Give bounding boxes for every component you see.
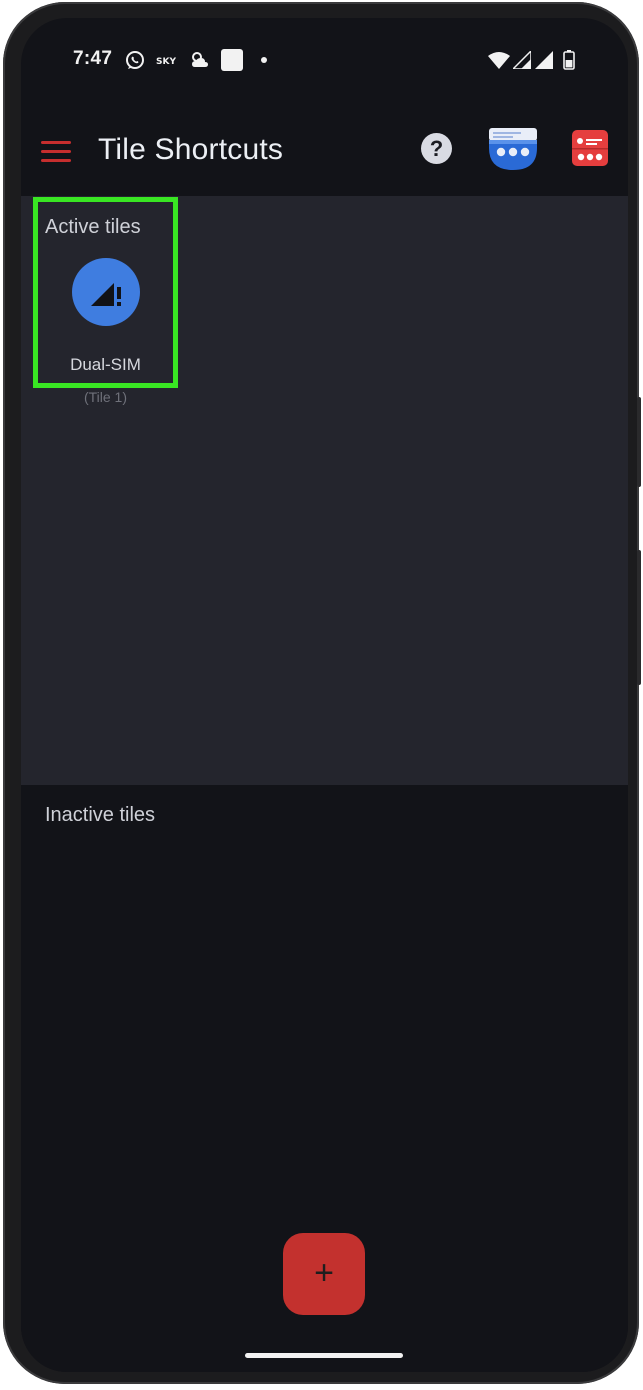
- weather-icon: [189, 49, 211, 71]
- sky-icon: SKY: [156, 49, 180, 71]
- tile-icon-circle: [72, 258, 140, 326]
- quick-settings-icon[interactable]: [489, 128, 537, 170]
- tile-settings-icon[interactable]: [572, 130, 608, 166]
- navigation-handle[interactable]: [245, 1353, 403, 1358]
- square-notification-icon: [221, 49, 243, 71]
- dot-icon: [259, 49, 269, 71]
- phone-frame: 7:47 SKY Tile Shortcuts ? Active tiles D…: [3, 2, 641, 1384]
- status-bar: 7:47 SKY: [21, 18, 628, 108]
- svg-text:SKY: SKY: [156, 57, 176, 67]
- tile-subtitle: (Tile 1): [83, 389, 128, 405]
- power-button: [637, 550, 641, 685]
- status-time: 7:47: [73, 48, 113, 69]
- volume-button: [637, 397, 641, 487]
- wifi-icon: [487, 49, 511, 71]
- menu-icon[interactable]: [41, 135, 73, 167]
- app-bar: Tile Shortcuts ?: [21, 113, 628, 193]
- signal-icon: [512, 49, 532, 71]
- tile-item[interactable]: Dual-SIM (Tile 1): [21, 196, 191, 411]
- page-title: Tile Shortcuts: [98, 133, 284, 166]
- active-tiles-section: Active tiles Dual-SIM (Tile 1): [21, 196, 628, 785]
- inactive-tiles-label: Inactive tiles: [45, 804, 156, 826]
- signal-icon-2: [534, 49, 554, 71]
- battery-icon: [561, 49, 577, 71]
- screen: 7:47 SKY Tile Shortcuts ? Active tiles D…: [21, 18, 628, 1372]
- viber-icon: [124, 49, 146, 71]
- help-button[interactable]: ?: [421, 133, 452, 164]
- signal-alert-icon: [91, 283, 121, 306]
- tile-name: Dual-SIM: [70, 355, 141, 374]
- add-tile-button[interactable]: +: [283, 1233, 365, 1315]
